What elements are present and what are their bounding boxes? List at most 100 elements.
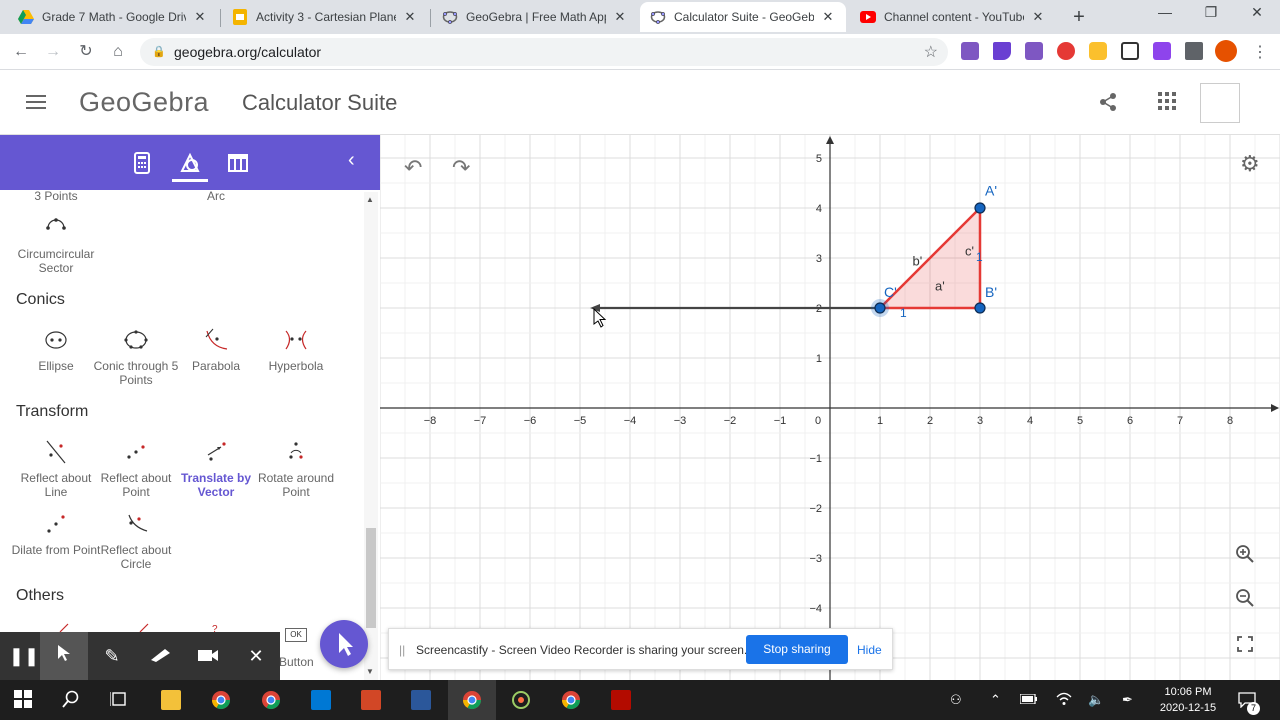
panel-scrollbar-thumb[interactable] bbox=[366, 528, 376, 628]
x-axis-arrow bbox=[1271, 404, 1279, 412]
tab-grade7-drive[interactable]: Grade 7 Math - Google Driv ✕ bbox=[8, 2, 218, 32]
reload-button[interactable]: ↻ bbox=[75, 41, 97, 63]
search-icon[interactable] bbox=[62, 690, 82, 710]
minimize-button[interactable]: — bbox=[1142, 4, 1188, 20]
profile-avatar-icon[interactable] bbox=[1215, 40, 1237, 62]
zoom-in-icon[interactable] bbox=[1228, 541, 1262, 575]
tool-translate-by-vector[interactable]: Translate by Vector bbox=[171, 439, 261, 499]
restore-button[interactable]: ❐ bbox=[1188, 4, 1234, 21]
pen-icon[interactable]: ✎ bbox=[88, 632, 136, 680]
tool-reflect-about-point[interactable]: Reflect about Point bbox=[91, 439, 181, 499]
user-avatar[interactable] bbox=[1200, 83, 1240, 123]
redo-icon[interactable]: ↷ bbox=[452, 155, 470, 181]
hide-notice-button[interactable]: Hide bbox=[857, 643, 882, 657]
tool-conic-through-5-points[interactable]: Conic through 5 Points bbox=[91, 327, 181, 387]
extension-grid-icon[interactable] bbox=[1121, 42, 1139, 60]
move-tool-fab[interactable] bbox=[320, 620, 368, 668]
scroll-up-arrow-icon[interactable]: ▲ bbox=[366, 195, 374, 204]
tool-rotate-around-point[interactable]: Rotate around Point bbox=[251, 439, 341, 499]
address-bar[interactable]: 🔒 geogebra.org/calculator ☆ bbox=[140, 38, 948, 66]
tool-label: 3 Points bbox=[34, 189, 78, 203]
taskbar-clock[interactable]: 10:06 PM 2020-12-15 bbox=[1150, 684, 1226, 716]
chrome-alt-icon[interactable] bbox=[561, 690, 581, 710]
tab-calculator-suite[interactable]: Calculator Suite - GeoGebra ✕ bbox=[640, 2, 846, 32]
forward-button[interactable]: → bbox=[42, 41, 64, 63]
acrobat-icon[interactable] bbox=[611, 690, 631, 710]
apps-grid-icon[interactable] bbox=[1158, 92, 1176, 116]
tools-tab-icon[interactable] bbox=[178, 151, 202, 175]
undo-icon[interactable]: ↶ bbox=[404, 155, 422, 181]
home-button[interactable]: ⌂ bbox=[107, 41, 129, 63]
extension-pdf-icon[interactable] bbox=[1025, 42, 1043, 60]
close-icon[interactable]: ✕ bbox=[612, 9, 628, 25]
battery-icon[interactable] bbox=[1019, 692, 1038, 707]
tool-arc[interactable]: Arc bbox=[171, 189, 261, 203]
chrome-icon[interactable] bbox=[211, 690, 231, 710]
browser-tab-strip: Grade 7 Math - Google Driv ✕ Activity 3 … bbox=[0, 0, 1280, 34]
tool-hyperbola[interactable]: Hyperbola bbox=[251, 327, 341, 373]
x-tick-label: 1 bbox=[877, 415, 883, 427]
hamburger-menu-icon[interactable] bbox=[26, 95, 46, 113]
close-icon[interactable]: ✕ bbox=[192, 9, 208, 25]
extension-b-icon[interactable] bbox=[1153, 42, 1171, 60]
drag-handle-icon[interactable]: || bbox=[399, 643, 405, 657]
file-explorer-icon[interactable] bbox=[161, 690, 181, 710]
word-icon[interactable] bbox=[411, 690, 431, 710]
clock-date: 2020-12-15 bbox=[1159, 702, 1217, 714]
snipping-tool-icon[interactable] bbox=[511, 690, 531, 710]
settings-gear-icon[interactable]: ⚙ bbox=[1240, 151, 1260, 177]
tool-3-points[interactable]: 3 Points bbox=[11, 189, 101, 203]
bookmark-star-icon[interactable]: ☆ bbox=[924, 42, 938, 62]
pen-workspace-icon[interactable]: ✒ bbox=[1122, 692, 1133, 708]
people-icon[interactable]: ⚇ bbox=[950, 692, 962, 708]
close-toolbar-icon[interactable]: ✕ bbox=[232, 632, 280, 680]
tab-youtube-channel[interactable]: Channel content - YouTube ✕ bbox=[850, 2, 1056, 32]
tool-circumcircular-sector[interactable]: Circumcircular Sector bbox=[11, 215, 101, 275]
highlighter-icon[interactable] bbox=[136, 632, 184, 680]
scroll-down-arrow-icon[interactable]: ▼ bbox=[366, 667, 374, 676]
collapse-panel-icon[interactable]: ‹ bbox=[348, 149, 355, 172]
chrome-active-icon[interactable] bbox=[462, 690, 482, 710]
tool-dilate-from-point[interactable]: Dilate from Point bbox=[11, 511, 101, 557]
outlook-icon[interactable] bbox=[311, 690, 331, 710]
graphics-view[interactable]: −8−7−6−5−4−3−2−101234567854321−1−2−3−4a'… bbox=[380, 135, 1280, 680]
tab-geogebra-free-math[interactable]: GeoGebra | Free Math Apps ✕ bbox=[432, 2, 638, 32]
extensions-puzzle-icon[interactable] bbox=[1185, 42, 1203, 60]
tab-activity3-slides[interactable]: Activity 3 - Cartesian Plane ✕ bbox=[222, 2, 428, 32]
tool-reflect-about-line[interactable]: Reflect about Line bbox=[11, 439, 101, 499]
x-tick-label: 0 bbox=[815, 415, 821, 427]
chrome-profile-icon[interactable] bbox=[261, 690, 281, 710]
windows-start-icon[interactable] bbox=[14, 690, 34, 710]
task-view-icon[interactable] bbox=[109, 690, 130, 710]
table-tab-icon[interactable] bbox=[226, 151, 250, 175]
ok-button-tool-icon[interactable]: OK bbox=[285, 628, 307, 642]
close-icon[interactable]: ✕ bbox=[402, 9, 418, 25]
browser-menu-icon[interactable]: ⋮ bbox=[1252, 42, 1268, 62]
cursor-icon[interactable] bbox=[40, 632, 88, 680]
window-close-button[interactable]: ✕ bbox=[1234, 4, 1280, 21]
extension-screencastify-icon[interactable] bbox=[1057, 42, 1075, 60]
calculator-tab-icon[interactable] bbox=[130, 151, 154, 175]
tool-parabola[interactable]: Parabola bbox=[171, 327, 261, 373]
camera-icon[interactable] bbox=[184, 632, 232, 680]
new-tab-button[interactable]: + bbox=[1068, 6, 1090, 29]
volume-icon[interactable]: 🔈 bbox=[1088, 692, 1104, 708]
google-slides-icon bbox=[232, 9, 248, 25]
fullscreen-icon[interactable] bbox=[1228, 629, 1262, 663]
share-icon[interactable] bbox=[1098, 92, 1118, 118]
close-icon[interactable]: ✕ bbox=[820, 9, 836, 25]
powerpoint-icon[interactable] bbox=[361, 690, 381, 710]
wifi-icon[interactable] bbox=[1056, 692, 1072, 709]
point-Cprime bbox=[874, 302, 886, 314]
zoom-out-icon[interactable] bbox=[1228, 585, 1262, 619]
coordinate-plane[interactable]: −8−7−6−5−4−3−2−101234567854321−1−2−3−4a'… bbox=[380, 135, 1280, 680]
extension-chat-icon[interactable] bbox=[993, 42, 1011, 60]
close-icon[interactable]: ✕ bbox=[1030, 9, 1046, 25]
tool-ellipse[interactable]: Ellipse bbox=[11, 327, 101, 373]
extension-puzzle-purple-icon[interactable] bbox=[961, 42, 979, 60]
stop-sharing-button[interactable]: Stop sharing bbox=[746, 635, 848, 664]
tool-reflect-about-circle[interactable]: Reflect about Circle bbox=[91, 511, 181, 571]
show-hidden-icons-chevron[interactable]: ⌃ bbox=[990, 692, 1001, 708]
extension-thumbs-icon[interactable] bbox=[1089, 42, 1107, 60]
back-button[interactable]: ← bbox=[10, 41, 32, 63]
